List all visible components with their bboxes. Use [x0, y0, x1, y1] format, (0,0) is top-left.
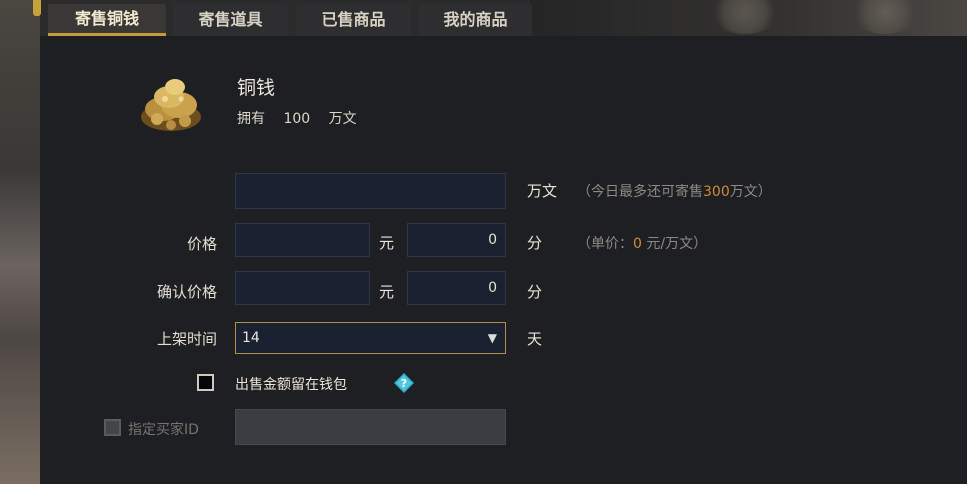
duration-unit: 天: [527, 330, 543, 348]
duration-select[interactable]: 14 ▼: [235, 322, 506, 354]
confirm-price-fen-input[interactable]: 0: [407, 271, 506, 305]
designate-buyer-label: 指定买家ID: [128, 422, 199, 438]
owned-value: 100: [283, 111, 311, 127]
svg-text:?: ?: [401, 377, 407, 390]
tab-consign-items[interactable]: 寄售道具: [173, 4, 288, 36]
price-fen-input[interactable]: 0: [407, 223, 506, 257]
copper-coins-icon: [141, 79, 201, 131]
unit-price-value: 0: [633, 236, 642, 252]
decorative-flower-icon: [850, 0, 920, 34]
tab-consign-coins[interactable]: 寄售铜钱: [48, 4, 166, 36]
amount-input[interactable]: [235, 173, 506, 209]
duration-label: 上架时间: [156, 330, 217, 348]
tab-sold-items[interactable]: 已售商品: [296, 4, 411, 36]
confirm-price-label: 确认价格: [156, 283, 217, 301]
confirm-price-yuan-input[interactable]: [235, 271, 370, 305]
keep-in-wallet-checkbox[interactable]: [197, 374, 214, 391]
daily-limit-value: 300: [703, 184, 730, 200]
duration-selected-value: 14: [242, 330, 260, 346]
consign-coins-panel: 铜钱 拥有 100 万文 万文 （今日最多还可寄售300万文） 价格 元 0 分…: [40, 36, 967, 484]
designate-buyer-input[interactable]: [235, 409, 506, 445]
decorative-flower-icon: [710, 0, 780, 34]
unit-price-hint: （单价：0 元/万文）: [577, 236, 708, 252]
designate-buyer-checkbox[interactable]: [104, 419, 121, 436]
owned-unit: 万文: [328, 111, 357, 127]
background-scenery-top: [530, 0, 967, 36]
daily-limit-hint: （今日最多还可寄售300万文）: [577, 184, 772, 200]
tab-my-items[interactable]: 我的商品: [419, 4, 532, 36]
owned-amount: 拥有 100 万文: [237, 108, 371, 128]
price-label: 价格: [186, 235, 217, 253]
chevron-down-icon: ▼: [487, 331, 497, 345]
item-name: 铜钱: [237, 77, 276, 99]
background-scenery-left: [0, 0, 40, 484]
price-yuan-unit: 元: [379, 234, 395, 252]
confirm-price-fen-unit: 分: [527, 283, 543, 301]
amount-unit: 万文: [527, 182, 558, 200]
price-fen-unit: 分: [527, 234, 543, 252]
help-diamond-icon[interactable]: ?: [393, 372, 415, 394]
keep-in-wallet-label: 出售金额留在钱包: [235, 377, 347, 393]
confirm-price-yuan-unit: 元: [379, 283, 395, 301]
owned-label: 拥有: [237, 111, 265, 127]
price-yuan-input[interactable]: [235, 223, 370, 257]
decorative-pole: [33, 0, 41, 16]
